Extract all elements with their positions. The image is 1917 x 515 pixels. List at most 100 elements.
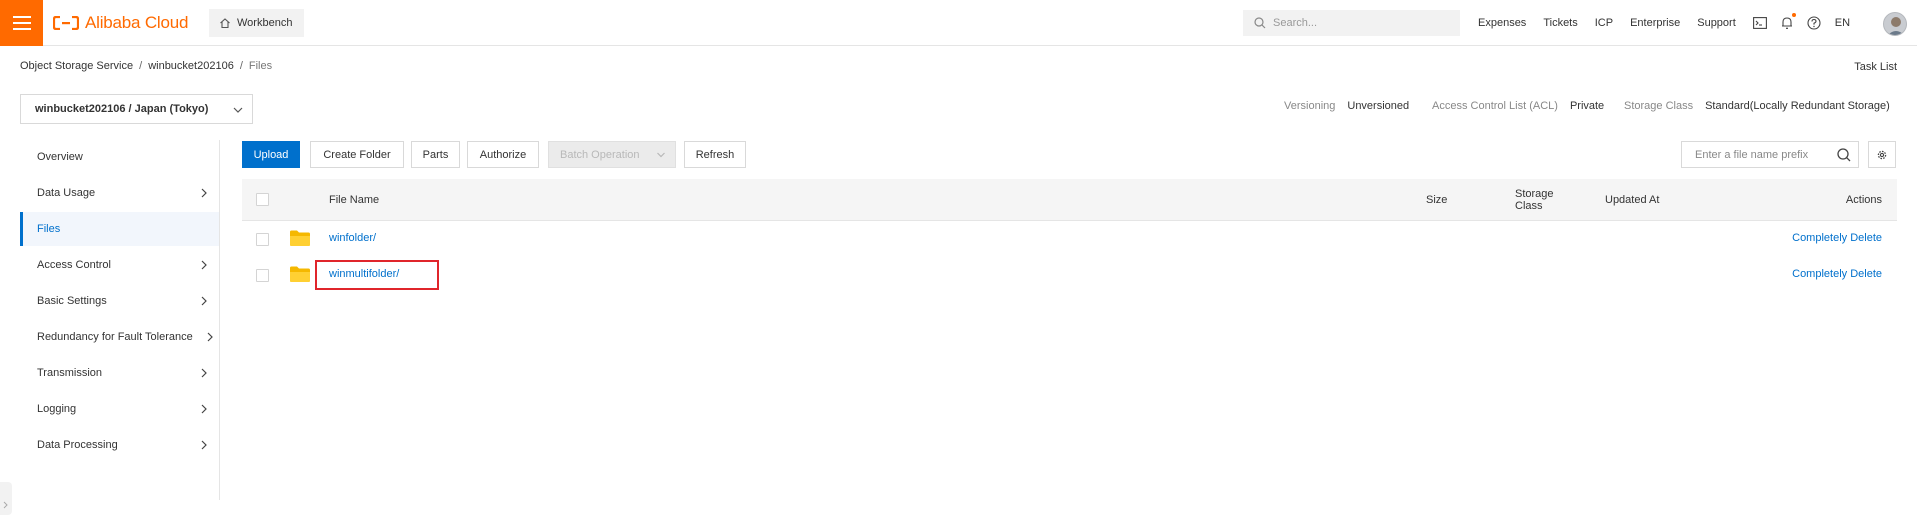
bucket-selector[interactable]: winbucket202106 / Japan (Tokyo) bbox=[20, 94, 253, 124]
terminal-icon[interactable] bbox=[1752, 17, 1767, 29]
breadcrumb-files: Files bbox=[248, 60, 273, 72]
top-nav-links: Expenses Tickets ICP Enterprise Support … bbox=[1478, 0, 1867, 46]
row-checkbox[interactable] bbox=[256, 269, 269, 282]
chevron-right-icon bbox=[207, 332, 213, 342]
batch-operation-label: Batch Operation bbox=[560, 148, 640, 161]
sidebar-item-access-control[interactable]: Access Control bbox=[20, 248, 219, 282]
column-size: Size bbox=[1426, 194, 1448, 206]
completely-delete-link[interactable]: Completely Delete bbox=[1792, 268, 1882, 280]
bucket-sidebar: Overview Data Usage Files Access Control… bbox=[20, 140, 220, 500]
nav-tickets[interactable]: Tickets bbox=[1543, 17, 1577, 29]
breadcrumb-separator: / bbox=[139, 60, 143, 72]
workbench-label: Workbench bbox=[237, 17, 293, 29]
column-storage-class: Storage Class bbox=[1515, 179, 1554, 221]
alibaba-cloud-logo-icon bbox=[53, 16, 79, 30]
table-settings-button[interactable] bbox=[1868, 141, 1896, 168]
brand-name: Alibaba Cloud bbox=[85, 13, 189, 32]
sidebar-item-label: Transmission bbox=[37, 367, 102, 379]
chevron-right-icon bbox=[201, 260, 207, 270]
sidebar-item-basic-settings[interactable]: Basic Settings bbox=[20, 284, 219, 318]
sidebar-item-data-processing[interactable]: Data Processing bbox=[20, 428, 219, 462]
table-row: winfolder/ Completely Delete bbox=[242, 221, 1897, 257]
chevron-right-icon bbox=[201, 404, 207, 414]
acl-value: Private bbox=[1569, 100, 1605, 112]
breadcrumb-oss[interactable]: Object Storage Service bbox=[20, 60, 133, 72]
create-folder-button[interactable]: Create Folder bbox=[310, 141, 404, 168]
file-prefix-search-input[interactable]: Enter a file name prefix bbox=[1681, 141, 1859, 168]
sidebar-item-label: Files bbox=[37, 223, 61, 235]
versioning-value: Unversioned bbox=[1347, 100, 1410, 112]
sidebar-item-label: Overview bbox=[37, 151, 83, 163]
search-placeholder: Search... bbox=[1273, 17, 1318, 29]
chevron-right-icon bbox=[201, 368, 207, 378]
folder-icon bbox=[290, 266, 310, 282]
storage-class-label: Storage Class bbox=[1624, 100, 1694, 112]
search-icon[interactable] bbox=[1836, 147, 1852, 163]
storage-class-value: Standard(Locally Redundant Storage) bbox=[1705, 100, 1890, 112]
sidebar-item-label: Redundancy for Fault Tolerance bbox=[37, 331, 193, 343]
breadcrumb-separator: / bbox=[239, 60, 243, 72]
column-storage-class-line1: Storage bbox=[1515, 188, 1554, 200]
file-prefix-placeholder: Enter a file name prefix bbox=[1695, 148, 1809, 161]
upload-button[interactable]: Upload bbox=[242, 141, 300, 168]
sidebar-item-label: Data Processing bbox=[37, 439, 118, 451]
gear-icon bbox=[1877, 150, 1887, 159]
select-all-checkbox[interactable] bbox=[256, 193, 269, 206]
breadcrumb-bucket[interactable]: winbucket202106 bbox=[148, 60, 234, 72]
sidebar-item-label: Logging bbox=[37, 403, 77, 415]
notification-dot bbox=[1791, 13, 1796, 17]
file-name-link[interactable]: winfolder/ bbox=[329, 232, 376, 244]
sidebar-item-data-usage[interactable]: Data Usage bbox=[20, 176, 219, 210]
bucket-selector-value: winbucket202106 / Japan (Tokyo) bbox=[35, 103, 209, 115]
breadcrumb: Object Storage Service / winbucket202106… bbox=[20, 60, 272, 72]
home-icon bbox=[220, 18, 230, 29]
bell-icon[interactable] bbox=[1781, 13, 1796, 30]
language-switch[interactable]: EN bbox=[1835, 17, 1850, 29]
sidebar-item-overview[interactable]: Overview bbox=[20, 140, 219, 174]
avatar[interactable] bbox=[1883, 12, 1907, 36]
workbench-button[interactable]: Workbench bbox=[209, 9, 305, 37]
row-checkbox[interactable] bbox=[256, 233, 269, 246]
nav-enterprise[interactable]: Enterprise bbox=[1630, 17, 1680, 29]
refresh-button[interactable]: Refresh bbox=[684, 141, 746, 168]
menu-icon[interactable] bbox=[0, 0, 43, 46]
help-icon[interactable] bbox=[1807, 16, 1821, 30]
nav-icp[interactable]: ICP bbox=[1595, 17, 1613, 29]
acl-label: Access Control List (ACL) bbox=[1432, 100, 1558, 112]
global-search-input[interactable]: Search... bbox=[1243, 10, 1460, 36]
column-updated-at: Updated At bbox=[1605, 194, 1660, 206]
storage-class-info: Storage Class Standard(Locally Redundant… bbox=[1624, 100, 1890, 112]
sidebar-item-logging[interactable]: Logging bbox=[20, 392, 219, 426]
completely-delete-link[interactable]: Completely Delete bbox=[1792, 232, 1882, 244]
column-file-name: File Name bbox=[329, 194, 380, 206]
versioning-label: Versioning bbox=[1284, 100, 1336, 112]
task-list-link[interactable]: Task List bbox=[1854, 61, 1897, 73]
sidebar-item-transmission[interactable]: Transmission bbox=[20, 356, 219, 390]
folder-icon bbox=[290, 230, 310, 246]
sidebar-item-label: Access Control bbox=[37, 259, 111, 271]
chevron-right-icon bbox=[201, 296, 207, 306]
chevron-down-icon bbox=[233, 107, 243, 113]
chevron-right-icon bbox=[201, 440, 207, 450]
nav-support[interactable]: Support bbox=[1697, 17, 1736, 29]
column-actions: Actions bbox=[1845, 194, 1882, 206]
alibaba-cloud-logo[interactable]: Alibaba Cloud bbox=[53, 11, 188, 35]
versioning-info: Versioning Unversioned bbox=[1284, 100, 1409, 112]
nav-expenses[interactable]: Expenses bbox=[1478, 17, 1526, 29]
sidebar-item-files[interactable]: Files bbox=[20, 212, 219, 246]
authorize-button[interactable]: Authorize bbox=[467, 141, 539, 168]
chevron-right-icon bbox=[3, 501, 8, 509]
file-table-header: File Name Size Storage Class Updated At … bbox=[242, 179, 1897, 221]
search-icon bbox=[1254, 17, 1266, 29]
batch-operation-dropdown[interactable]: Batch Operation bbox=[548, 141, 676, 168]
highlight-box bbox=[315, 260, 439, 290]
acl-info: Access Control List (ACL) Private bbox=[1432, 100, 1604, 112]
parts-button[interactable]: Parts bbox=[411, 141, 460, 168]
sidebar-item-redundancy[interactable]: Redundancy for Fault Tolerance bbox=[20, 320, 219, 354]
sidebar-item-label: Basic Settings bbox=[37, 295, 107, 307]
sidebar-item-label: Data Usage bbox=[37, 187, 96, 199]
table-row: winmultifolder/ Completely Delete bbox=[242, 257, 1897, 293]
sidebar-collapse-handle[interactable] bbox=[0, 482, 12, 515]
chevron-right-icon bbox=[201, 188, 207, 198]
top-navigation-bar: Alibaba Cloud Workbench Search... Expens… bbox=[0, 0, 1917, 46]
